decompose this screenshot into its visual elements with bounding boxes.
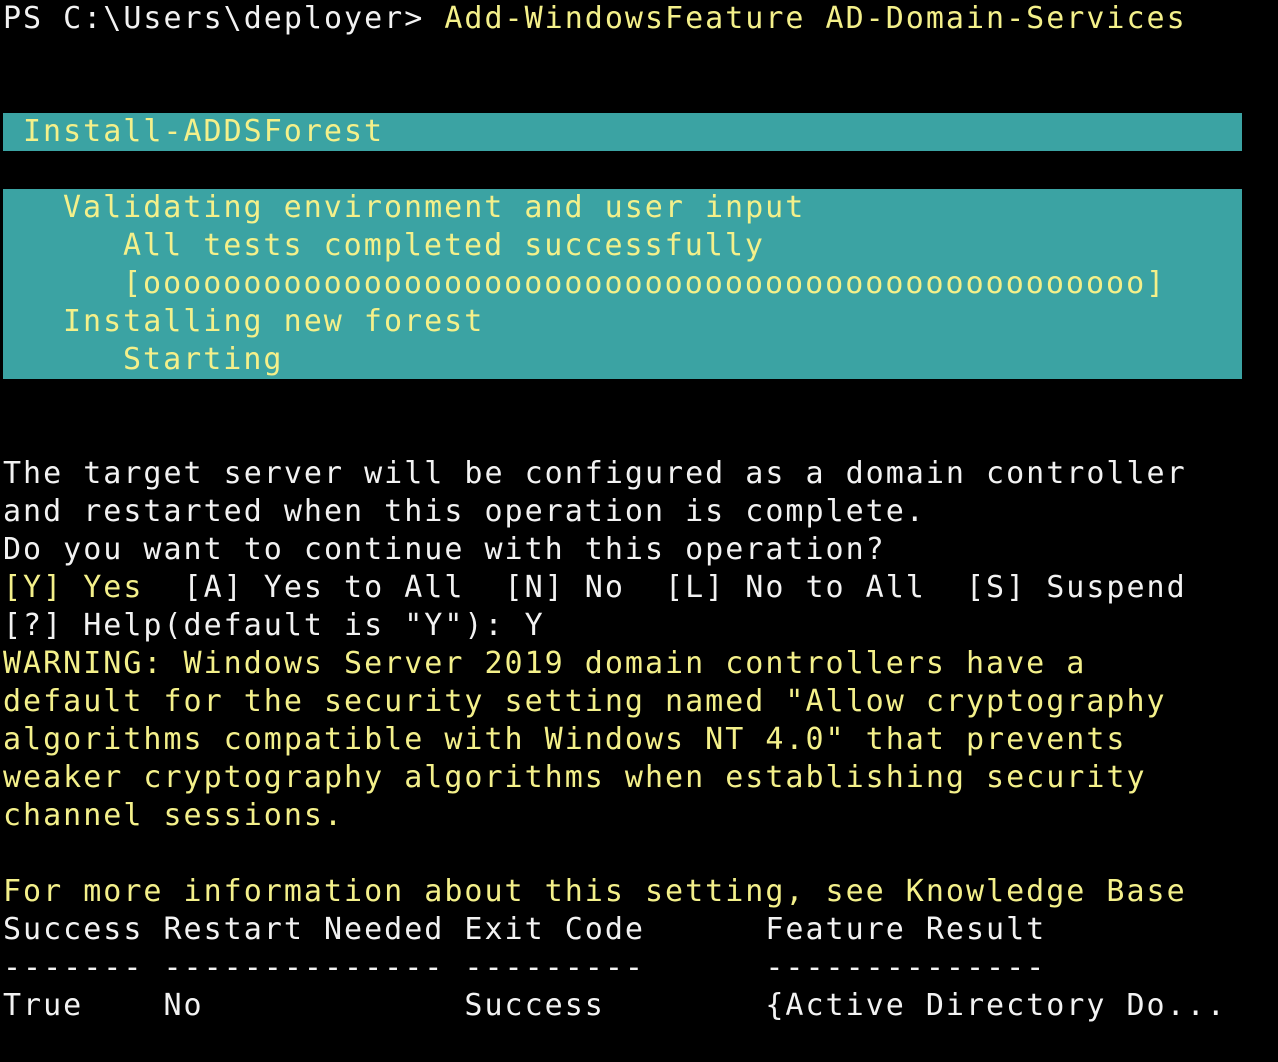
table-row: True No Success {Active Directory Do... (3, 988, 1227, 1023)
warning-more-info: For more information about this setting,… (3, 874, 1187, 909)
progress-status-starting: Starting (123, 342, 284, 377)
progress-activity-validating: Validating environment and user input (63, 190, 806, 225)
option-others[interactable]: [A] Yes to All [N] No [L] No to All [S] … (143, 570, 1186, 605)
warning-line-1: WARNING: Windows Server 2019 domain cont… (3, 646, 1087, 681)
help-prompt: [?] Help(default is "Y"): (3, 608, 525, 643)
option-yes[interactable]: [Y] Yes (3, 570, 143, 605)
prompt-prefix: PS C:\Users\deployer> (3, 1, 445, 36)
progress-activity-installing: Installing new forest (63, 304, 485, 339)
progress-status-tests: All tests completed successfully (123, 228, 765, 263)
warning-line-4: weaker cryptography algorithms when esta… (3, 760, 1147, 795)
command-text: Add-WindowsFeature AD-Domain-Services (444, 1, 1187, 36)
warning-line-2: default for the security setting named "… (3, 684, 1167, 719)
confirm-text-line-1: The target server will be configured as … (3, 456, 1187, 491)
warning-line-5: channel sessions. (3, 798, 345, 833)
progress-bar-text: [ooooooooooooooooooooooooooooooooooooooo… (123, 266, 1167, 301)
result-table-header: Success Restart Needed Exit Code Feature… (3, 912, 1047, 947)
confirm-text-line-2: and restarted when this operation is com… (3, 494, 926, 529)
result-table-separator: ------- -------------- --------- -------… (3, 950, 1047, 985)
progress-title: Install-ADDSForest (23, 114, 385, 149)
prompt-line: PS C:\Users\deployer> Add-WindowsFeature… (3, 0, 1187, 38)
powershell-console[interactable]: { "colors": { "background": "#000000", "… (0, 0, 1278, 1062)
confirm-options: [Y] Yes [A] Yes to All [N] No [L] No to … (3, 569, 1187, 607)
progress-title-bar: Install-ADDSForest (3, 113, 1242, 151)
user-answer[interactable]: Y (525, 608, 545, 643)
help-prompt-line[interactable]: [?] Help(default is "Y"): Y (3, 607, 545, 645)
warning-line-3: algorithms compatible with Windows NT 4.… (3, 722, 1127, 757)
progress-panel: Validating environment and user input Al… (3, 189, 1242, 379)
confirm-question: Do you want to continue with this operat… (3, 532, 886, 567)
